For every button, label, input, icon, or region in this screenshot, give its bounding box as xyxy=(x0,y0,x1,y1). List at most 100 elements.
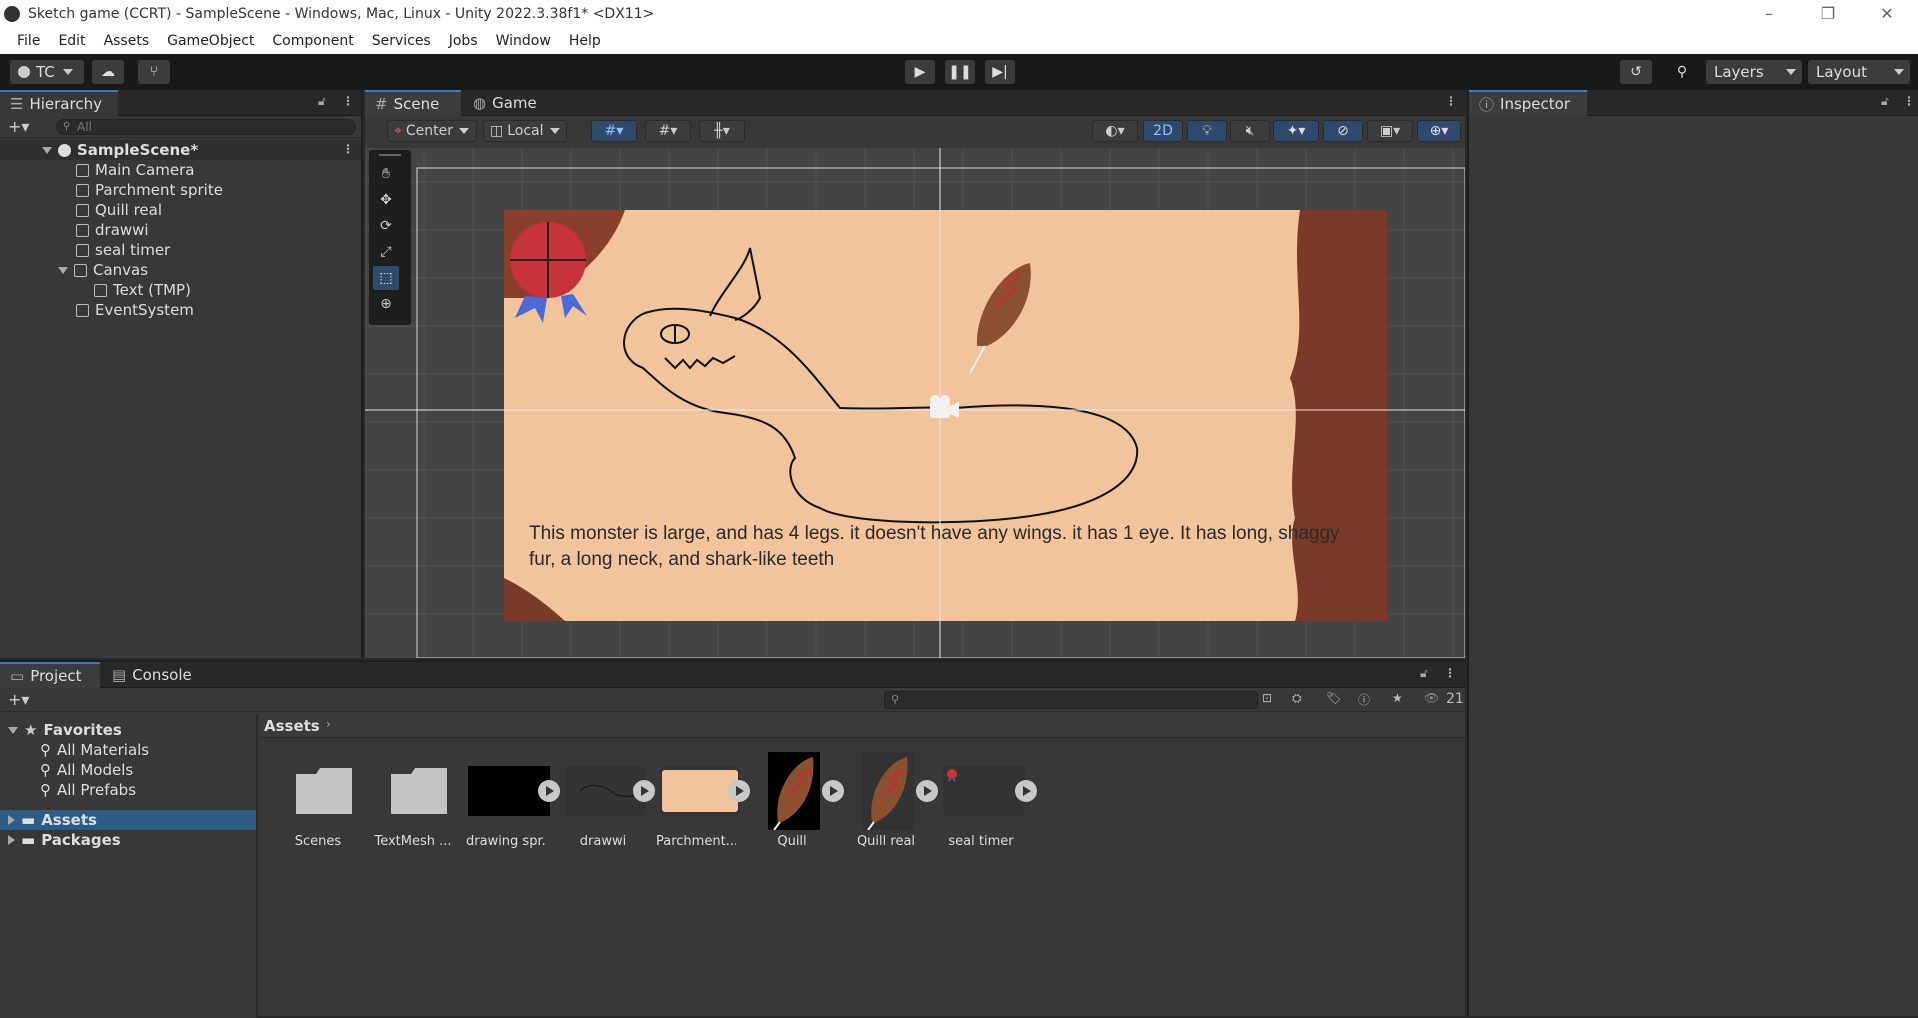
restore-button[interactable]: ❐ xyxy=(1808,4,1848,23)
expand-sprite-button[interactable] xyxy=(728,780,750,802)
kebab-menu-icon[interactable]: ⋮ xyxy=(342,94,354,108)
warning-icon[interactable]: ⓘ xyxy=(1358,691,1370,708)
hierarchy-item-quill-real[interactable]: Quill real xyxy=(76,200,162,220)
expand-sprite-button[interactable] xyxy=(538,780,560,802)
transform-tool-button[interactable]: ⊕ xyxy=(373,292,399,316)
drag-handle[interactable] xyxy=(379,154,401,158)
favorites-row[interactable]: ★ Favorites xyxy=(8,720,122,740)
hierarchy-item-eventsystem[interactable]: EventSystem xyxy=(76,300,194,320)
breadcrumb-assets[interactable]: Assets xyxy=(264,717,320,735)
expand-arrow-icon[interactable] xyxy=(8,835,15,845)
expand-sprite-button[interactable] xyxy=(916,780,938,802)
shading-mode-dropdown[interactable]: ◐▾ xyxy=(1092,120,1138,142)
label-tag-icon[interactable]: 🏷︎ xyxy=(1326,691,1341,705)
hierarchy-item-label: Main Camera xyxy=(95,161,195,179)
account-dropdown[interactable]: TC xyxy=(10,60,84,84)
visibility-toggle[interactable]: ⊘ xyxy=(1323,120,1363,142)
expand-arrow-icon[interactable] xyxy=(8,815,15,825)
expand-sprite-button[interactable] xyxy=(633,780,655,802)
hierarchy-item-main-camera[interactable]: Main Camera xyxy=(76,160,194,180)
layers-dropdown[interactable]: Layers xyxy=(1706,60,1802,84)
rotate-tool-button[interactable]: ⟳ xyxy=(373,214,399,238)
lock-icon[interactable]: 🔓︎ xyxy=(1881,94,1889,109)
fav-all-models[interactable]: ⚲ All Models xyxy=(40,760,133,780)
pause-button[interactable]: ❚❚ xyxy=(945,60,975,84)
cloud-button[interactable]: ☁ xyxy=(92,60,124,84)
menu-edit[interactable]: Edit xyxy=(49,33,94,49)
menu-component[interactable]: Component xyxy=(263,33,362,49)
hierarchy-item-parchment-sprite[interactable]: Parchment sprite xyxy=(76,180,223,200)
close-button[interactable]: ✕ xyxy=(1867,4,1907,23)
tree-packages[interactable]: ▬ Packages xyxy=(8,830,121,850)
menu-assets[interactable]: Assets xyxy=(95,33,159,49)
fav-all-prefabs[interactable]: ⚲ All Prefabs xyxy=(40,780,136,800)
expand-arrow-icon[interactable] xyxy=(58,266,68,274)
step-button[interactable]: ▶| xyxy=(985,60,1015,84)
play-icon: ▶ xyxy=(914,64,926,80)
menu-services[interactable]: Services xyxy=(363,33,440,49)
star-icon[interactable]: ★ xyxy=(1392,691,1403,705)
effects-dropdown[interactable]: ✦▾ xyxy=(1273,120,1319,142)
tree-assets[interactable]: ▬ Assets xyxy=(0,810,256,830)
expand-sprite-button[interactable] xyxy=(822,780,844,802)
search-icon: ⚲ xyxy=(40,761,51,779)
fav-all-materials[interactable]: ⚲ All Materials xyxy=(40,740,149,760)
hierarchy-item-canvas[interactable]: Canvas xyxy=(58,260,148,280)
expand-arrow-icon[interactable] xyxy=(8,726,18,734)
hierarchy-item-seal-timer[interactable]: seal timer xyxy=(76,240,170,260)
tab-hierarchy[interactable]: ☰ Hierarchy xyxy=(0,90,118,116)
hand-tool-button[interactable]: ✋︎ xyxy=(373,162,399,186)
tab-scene[interactable]: # Scene xyxy=(365,90,461,116)
menu-help[interactable]: Help xyxy=(560,33,610,49)
kebab-menu-icon[interactable]: ⋮ xyxy=(342,142,354,156)
lock-icon[interactable]: 🔓︎ xyxy=(1420,666,1428,681)
tab-console[interactable]: ▤ Console xyxy=(102,662,202,688)
move-tool-button[interactable]: ✥ xyxy=(373,188,399,212)
menu-gameobject[interactable]: GameObject xyxy=(158,33,263,49)
filter-type-icon[interactable]: ⛭ xyxy=(1292,691,1302,706)
expand-arrow-icon[interactable] xyxy=(42,146,52,154)
menu-jobs[interactable]: Jobs xyxy=(440,33,487,49)
kebab-menu-icon[interactable]: ⋮ xyxy=(1903,94,1915,108)
hierarchy-item-drawwi[interactable]: drawwi xyxy=(76,220,149,240)
project-search-input[interactable]: ⚲ xyxy=(884,691,1258,709)
kebab-menu-icon[interactable]: ⋮ xyxy=(1445,94,1457,108)
search-by-type-icon[interactable]: ⊡ xyxy=(1262,691,1272,705)
expand-sprite-button[interactable] xyxy=(1015,780,1037,802)
tab-inspector[interactable]: ⓘ Inspector xyxy=(1469,90,1587,116)
console-icon: ▤ xyxy=(112,666,127,684)
play-button[interactable]: ▶ xyxy=(905,60,935,84)
hierarchy-search-input[interactable]: ⚲ All xyxy=(56,119,356,135)
gameobject-icon xyxy=(76,303,89,317)
grid-snap-toggle[interactable]: #▾ xyxy=(591,120,637,142)
layout-dropdown[interactable]: Layout xyxy=(1808,60,1910,84)
star-icon: ★ xyxy=(24,721,38,739)
collab-button[interactable]: ⑂ xyxy=(138,60,170,84)
lighting-toggle[interactable]: 💡︎ xyxy=(1187,120,1227,142)
lock-icon[interactable]: 🔓︎ xyxy=(318,94,326,109)
scale-tool-button[interactable]: ⤢ xyxy=(373,240,399,264)
ruler-icon: ╫▾ xyxy=(714,123,730,139)
add-button[interactable]: +▾ xyxy=(8,117,29,136)
audio-toggle[interactable]: 🔇︎ xyxy=(1230,120,1270,142)
rect-tool-button[interactable]: ⬚ xyxy=(373,266,399,290)
pivot-dropdown[interactable]: ⌖ Center xyxy=(387,120,477,142)
space-dropdown[interactable]: ◫ Local xyxy=(483,120,567,142)
gizmos-dropdown[interactable]: ⊕▾ xyxy=(1417,120,1461,142)
minimize-button[interactable]: – xyxy=(1749,4,1789,23)
add-button[interactable]: +▾ xyxy=(8,690,29,709)
grid-visibility-button[interactable]: #▾ xyxy=(645,120,691,142)
hierarchy-item-text-tmp[interactable]: Text (TMP) xyxy=(94,280,191,300)
scene-row[interactable]: SampleScene* ⋮ xyxy=(0,140,361,160)
history-button[interactable]: ↺ xyxy=(1620,60,1652,84)
mode-2d-toggle[interactable]: 2D xyxy=(1143,120,1183,142)
scene-viewport[interactable]: This monster is large, and has 4 legs. i… xyxy=(365,148,1465,658)
camera-dropdown[interactable]: ▣▾ xyxy=(1367,120,1413,142)
menu-window[interactable]: Window xyxy=(487,33,560,49)
menu-file[interactable]: File xyxy=(8,33,49,49)
increment-snap-button[interactable]: ╫▾ xyxy=(699,120,745,142)
tab-game[interactable]: ◍ Game xyxy=(463,90,553,116)
search-button[interactable]: ⚲ xyxy=(1666,60,1698,84)
tab-project[interactable]: ▭ Project xyxy=(0,662,100,688)
kebab-menu-icon[interactable]: ⋮ xyxy=(1444,666,1456,680)
